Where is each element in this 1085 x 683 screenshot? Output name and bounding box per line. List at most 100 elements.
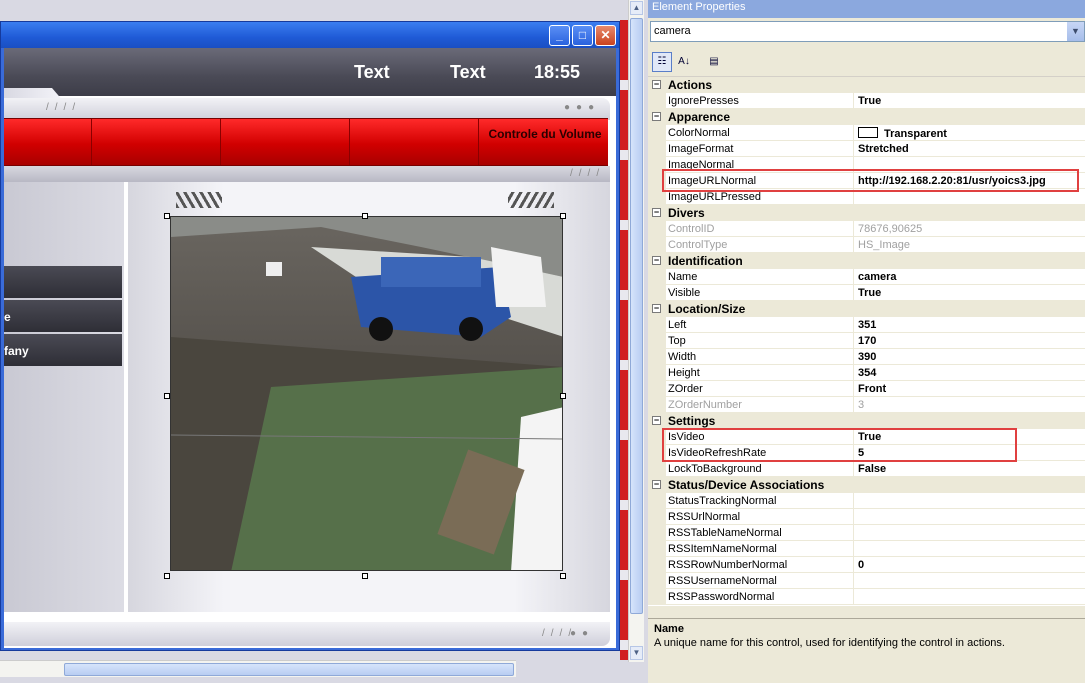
resize-handle[interactable] (560, 213, 566, 219)
scrollbar-thumb[interactable] (630, 18, 643, 614)
property-row[interactable]: Width 390 (648, 349, 1085, 365)
property-row[interactable]: ControlID 78676,90625 (648, 221, 1085, 237)
header-text-1[interactable]: Text (354, 62, 390, 83)
camera-image[interactable] (170, 216, 563, 571)
panel-title: Element Properties (648, 0, 1085, 18)
resize-handle[interactable] (362, 213, 368, 219)
close-button[interactable]: ✕ (595, 25, 616, 46)
property-row[interactable]: RSSUrlNormal (648, 509, 1085, 525)
property-value[interactable] (853, 589, 1085, 605)
property-value[interactable] (853, 525, 1085, 541)
minimize-button[interactable]: _ (549, 25, 570, 46)
header-text-2[interactable]: Text (450, 62, 486, 83)
property-value[interactable]: camera (853, 269, 1085, 285)
header-clock[interactable]: 18:55 (534, 62, 580, 83)
nav-item[interactable]: e (4, 300, 122, 332)
property-value[interactable]: 390 (853, 349, 1085, 365)
object-selector[interactable]: camera ▼ (650, 21, 1085, 42)
property-row[interactable]: Name camera (648, 269, 1085, 285)
menu-button[interactable] (221, 119, 350, 165)
property-category[interactable]: − Location/Size (648, 301, 1085, 317)
resize-handle[interactable] (164, 393, 170, 399)
property-row[interactable]: RSSPasswordNormal (648, 589, 1085, 605)
property-category[interactable]: − Actions (648, 77, 1085, 93)
scroll-up-icon[interactable]: ▲ (630, 1, 643, 15)
property-value[interactable] (853, 541, 1085, 557)
property-pages-icon[interactable]: ▤ (704, 52, 724, 72)
property-value[interactable]: 170 (853, 333, 1085, 349)
property-category[interactable]: − Divers (648, 205, 1085, 221)
property-value[interactable]: False (853, 461, 1085, 477)
nav-item[interactable]: fany (4, 334, 122, 366)
property-category[interactable]: − Settings (648, 413, 1085, 429)
property-value[interactable]: Front (853, 381, 1085, 397)
categorized-view-icon[interactable]: ☷ (652, 52, 672, 72)
collapse-icon[interactable]: − (652, 208, 661, 217)
property-value[interactable]: True (853, 285, 1085, 301)
window-titlebar[interactable]: _ □ ✕ (1, 22, 619, 48)
property-row[interactable]: ImageFormat Stretched (648, 141, 1085, 157)
property-value-text: False (858, 463, 887, 475)
resize-handle[interactable] (560, 393, 566, 399)
maximize-button[interactable]: □ (572, 25, 593, 46)
property-row[interactable]: ControlType HS_Image (648, 237, 1085, 253)
property-value[interactable]: 0 (853, 557, 1085, 573)
property-value[interactable] (853, 493, 1085, 509)
property-row[interactable]: Visible True (648, 285, 1085, 301)
collapse-icon[interactable]: − (652, 112, 661, 121)
property-value[interactable]: 351 (853, 317, 1085, 333)
chevron-down-icon[interactable]: ▼ (1067, 22, 1084, 41)
property-row[interactable]: ColorNormal Transparent (648, 125, 1085, 141)
collapse-icon[interactable]: − (652, 256, 661, 265)
property-value-text: True (858, 95, 882, 107)
property-name: Left (668, 319, 687, 331)
property-row[interactable]: RSSRowNumberNormal 0 (648, 557, 1085, 573)
nav-item[interactable] (4, 266, 122, 298)
panel-top-bar: //// ●●● (4, 98, 610, 120)
property-row[interactable]: Height 354 (648, 365, 1085, 381)
property-row[interactable]: RSSTableNameNormal (648, 525, 1085, 541)
scroll-down-icon[interactable]: ▼ (630, 646, 643, 660)
volume-control-button[interactable]: Controle du Volume (482, 127, 608, 142)
property-row[interactable]: ZOrder Front (648, 381, 1085, 397)
panel-bottom-bar: //// ●● (4, 622, 610, 646)
collapse-icon[interactable]: − (652, 304, 661, 313)
property-value-text: HS_Image (858, 239, 910, 251)
property-value[interactable]: 3 (853, 397, 1085, 413)
property-value[interactable]: True (853, 93, 1085, 109)
vertical-scrollbar[interactable]: ▲ ▼ (628, 0, 644, 662)
property-value[interactable]: Transparent (853, 125, 1085, 141)
property-category[interactable]: − Apparence (648, 109, 1085, 125)
collapse-icon[interactable]: − (652, 80, 661, 89)
collapse-icon[interactable]: − (652, 416, 661, 425)
scrollbar-thumb[interactable] (64, 663, 514, 676)
property-value-text: 390 (858, 351, 877, 363)
property-category[interactable]: − Identification (648, 253, 1085, 269)
property-row[interactable]: RSSItemNameNormal (648, 541, 1085, 557)
property-row[interactable]: RSSUsernameNormal (648, 573, 1085, 589)
property-row[interactable]: IgnorePresses True (648, 93, 1085, 109)
property-value[interactable]: Stretched (853, 141, 1085, 157)
property-row[interactable]: Top 170 (648, 333, 1085, 349)
resize-handle[interactable] (164, 213, 170, 219)
row-gutter (648, 285, 666, 301)
alphabetical-sort-icon[interactable]: A↓ (674, 52, 694, 72)
property-row[interactable]: LockToBackground False (648, 461, 1085, 477)
property-value[interactable]: HS_Image (853, 237, 1085, 253)
resize-handle[interactable] (560, 573, 566, 579)
resize-handle[interactable] (362, 573, 368, 579)
property-category[interactable]: − Status/Device Associations (648, 477, 1085, 493)
horizontal-scrollbar[interactable] (0, 660, 516, 677)
property-row[interactable]: Left 351 (648, 317, 1085, 333)
menu-button[interactable] (4, 119, 92, 165)
property-row[interactable]: StatusTrackingNormal (648, 493, 1085, 509)
property-value[interactable]: 354 (853, 365, 1085, 381)
menu-button[interactable] (92, 119, 221, 165)
property-value[interactable] (853, 509, 1085, 525)
property-value[interactable] (853, 573, 1085, 589)
menu-button[interactable] (350, 119, 479, 165)
collapse-icon[interactable]: − (652, 480, 661, 489)
property-value[interactable]: 78676,90625 (853, 221, 1085, 237)
property-row[interactable]: ZOrderNumber 3 (648, 397, 1085, 413)
resize-handle[interactable] (164, 573, 170, 579)
